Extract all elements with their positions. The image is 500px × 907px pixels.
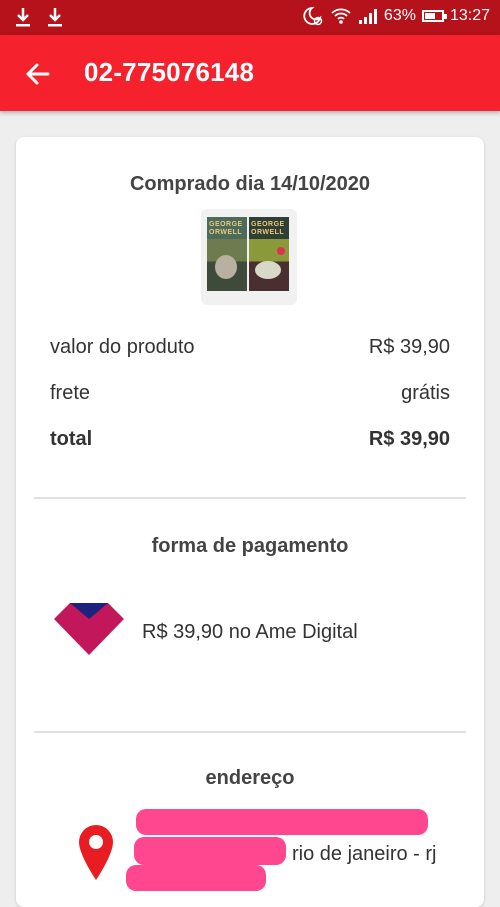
redacted-address [136,809,428,835]
location-pin-icon [76,823,116,883]
product-thumbnail[interactable]: GEORGE ORWELL GEORGE ORWELL [201,209,297,305]
divider [34,497,466,499]
book-cover: GEORGE ORWELL [207,217,247,291]
signal-icon [358,8,378,24]
address-section-title: endereço [205,767,295,789]
book-cover: GEORGE ORWELL [249,217,289,291]
download-icon [46,6,64,28]
status-bar: 63% 13:27 [0,0,500,35]
product-value: R$ 39,90 [368,336,450,358]
night-alarm-icon [302,6,324,26]
battery-icon [421,10,447,22]
shipping-value: grátis [401,382,450,404]
address-city: rio de janeiro - rj [292,843,437,865]
total-value: R$ 39,90 [368,428,450,450]
order-number-title: 02-775076148 [84,57,255,87]
order-detail-card: Comprado dia 14/10/2020 GEORGE ORWELL GE… [16,137,484,907]
payment-section-title: forma de pagamento [151,535,349,557]
product-value-label: valor do produto [50,336,195,358]
total-label: total [50,428,93,450]
app-bar: 02-775076148 [0,35,500,111]
shipping-label: frete [50,382,91,404]
battery-level [424,13,436,19]
wifi-icon [330,7,352,25]
download-icon [14,6,32,28]
redacted-address [134,837,286,865]
payment-description: R$ 39,90 no Ame Digital [142,621,358,643]
divider [34,731,466,733]
redacted-address [126,865,266,891]
battery-percent: 63% [383,7,416,24]
purchase-date: Comprado dia 14/10/2020 [129,173,371,195]
ame-digital-icon [50,599,128,659]
clock: 13:27 [449,7,490,24]
arrow-left-icon[interactable] [22,58,54,90]
